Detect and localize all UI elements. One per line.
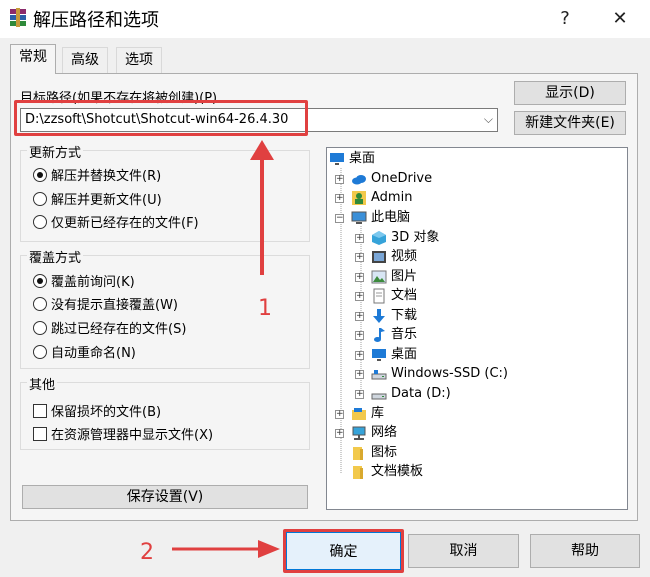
update-option-replace[interactable]: 解压并替换文件(R)	[33, 165, 161, 185]
annotation-path-highlight	[14, 100, 308, 136]
winrar-icon	[10, 8, 26, 27]
user-icon	[352, 191, 366, 205]
3d-objects-icon	[372, 231, 386, 245]
pictures-icon	[371, 270, 387, 284]
download-icon	[373, 309, 385, 323]
radio-selected[interactable]	[33, 168, 47, 182]
help-title-button[interactable]: ?	[550, 6, 580, 32]
desktop-icon	[330, 153, 344, 165]
documents-icon	[373, 288, 385, 304]
update-option-update[interactable]: 解压并更新文件(U)	[33, 189, 162, 209]
folder-icon	[353, 466, 363, 479]
new-folder-button[interactable]: 新建文件夹(E)	[514, 111, 626, 135]
drive-icon	[371, 370, 387, 380]
update-mode-title: 更新方式	[27, 142, 84, 161]
expand-icon[interactable]: +	[355, 370, 364, 379]
collapse-icon[interactable]: −	[335, 214, 344, 223]
overwrite-mode-title: 覆盖方式	[27, 247, 84, 266]
expand-icon[interactable]: +	[355, 390, 364, 399]
music-icon	[374, 328, 385, 342]
title-bar: 解压路径和选项 ? ✕	[0, 0, 650, 38]
expand-icon[interactable]: +	[355, 273, 364, 282]
annotation-number-1: 1	[258, 296, 272, 321]
radio[interactable]	[33, 297, 47, 311]
expand-icon[interactable]: +	[355, 234, 364, 243]
overwrite-option-rename[interactable]: 自动重命名(N)	[33, 342, 136, 362]
expand-icon[interactable]: +	[335, 410, 344, 419]
update-mode-group: 更新方式 解压并替换文件(R) 解压并更新文件(U) 仅更新已经存在的文件(F)	[20, 142, 310, 242]
help-button[interactable]: 帮助	[530, 534, 640, 568]
radio-selected[interactable]	[33, 274, 47, 288]
arrow-right-head	[258, 540, 280, 558]
computer-icon	[351, 211, 367, 224]
folder-tree[interactable]: 桌面 + OneDrive + Admin − 此电脑 + 3D 对象 + 视频…	[326, 147, 628, 510]
overwrite-option-skip[interactable]: 跳过已经存在的文件(S)	[33, 318, 186, 338]
cloud-icon	[352, 175, 366, 185]
tab-general[interactable]: 常规	[10, 44, 56, 74]
expand-icon[interactable]: +	[355, 351, 364, 360]
radio[interactable]	[33, 345, 47, 359]
update-option-existing-only[interactable]: 仅更新已经存在的文件(F)	[33, 212, 199, 232]
keep-broken-files-option[interactable]: 保留损坏的文件(B)	[33, 401, 161, 421]
chevron-down-icon[interactable]: ⌵	[484, 112, 493, 127]
tab-options[interactable]: 选项	[116, 47, 162, 73]
expand-icon[interactable]: +	[355, 253, 364, 262]
desktop-icon	[372, 349, 386, 361]
expand-icon[interactable]: +	[355, 331, 364, 340]
misc-title: 其他	[27, 374, 58, 393]
drive-icon	[371, 393, 387, 400]
checkbox[interactable]	[33, 427, 47, 441]
close-button[interactable]: ✕	[605, 6, 635, 32]
radio[interactable]	[33, 192, 47, 206]
misc-group: 其他 保留损坏的文件(B) 在资源管理器中显示文件(X)	[20, 374, 310, 450]
overwrite-option-ask[interactable]: 覆盖前询问(K)	[33, 271, 135, 291]
video-icon	[372, 251, 386, 263]
radio[interactable]	[33, 215, 47, 229]
show-in-explorer-option[interactable]: 在资源管理器中显示文件(X)	[33, 424, 213, 444]
expand-icon[interactable]: +	[335, 194, 344, 203]
overwrite-option-silent[interactable]: 没有提示直接覆盖(W)	[33, 294, 178, 314]
annotation-number-2: 2	[140, 540, 154, 565]
annotation-ok-highlight	[283, 529, 404, 573]
tab-advanced[interactable]: 高级	[62, 47, 108, 73]
expand-icon[interactable]: +	[355, 292, 364, 301]
expand-icon[interactable]: +	[335, 175, 344, 184]
expand-icon[interactable]: +	[335, 429, 344, 438]
library-icon	[352, 408, 366, 420]
show-button[interactable]: 显示(D)	[514, 81, 626, 105]
expand-icon[interactable]: +	[355, 312, 364, 321]
save-settings-button[interactable]: 保存设置(V)	[22, 485, 308, 509]
network-icon	[352, 426, 366, 440]
checkbox[interactable]	[33, 404, 47, 418]
radio[interactable]	[33, 321, 47, 335]
window-title: 解压路径和选项	[33, 10, 159, 31]
folder-icon	[353, 447, 363, 460]
cancel-button[interactable]: 取消	[408, 534, 519, 568]
